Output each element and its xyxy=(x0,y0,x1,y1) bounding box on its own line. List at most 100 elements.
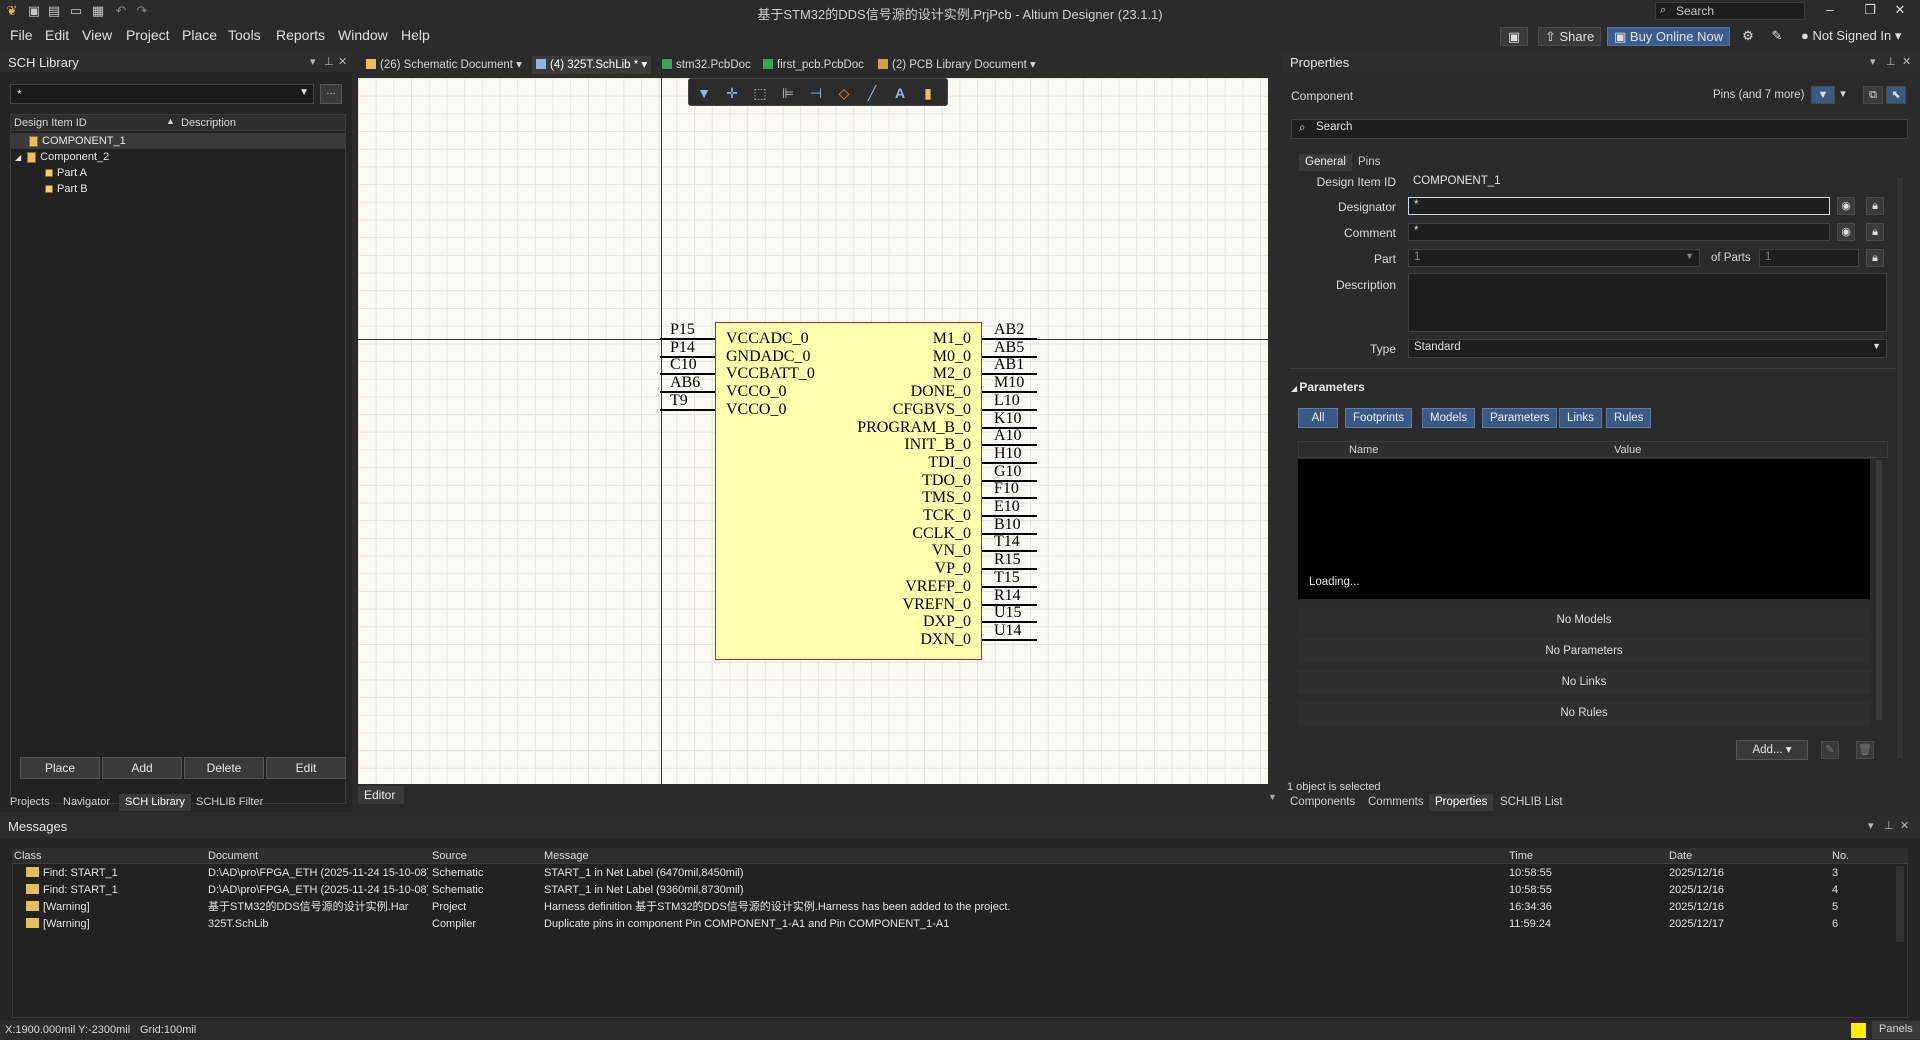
move-icon[interactable]: ✛ xyxy=(723,84,741,102)
visibility-eye-icon[interactable]: ◉ xyxy=(1837,197,1855,215)
chevron-down-icon[interactable]: ▾ xyxy=(1836,86,1850,104)
buy-online-button[interactable]: ▣ Buy Online Now xyxy=(1607,27,1731,46)
notifications-icon[interactable]: ✎ xyxy=(1765,27,1789,46)
column-class[interactable]: Class xyxy=(14,850,42,862)
properties-scrollbar[interactable] xyxy=(1897,178,1903,758)
filter-icon[interactable]: ▼ xyxy=(695,84,713,102)
filter-options-button[interactable]: ... xyxy=(320,84,342,104)
lock-icon[interactable]: 🔒︎ xyxy=(1866,197,1884,215)
parameters-scrollbar[interactable] xyxy=(1876,460,1882,720)
tab-schlib-filter[interactable]: SCHLIB Filter xyxy=(190,794,269,811)
tab-navigator[interactable]: Navigator xyxy=(57,794,116,811)
designator-input[interactable]: * xyxy=(1408,197,1830,215)
close-window-button[interactable]: ✕ xyxy=(1880,2,1920,20)
part-place-icon[interactable]: ▮ xyxy=(919,84,937,102)
tab-projects[interactable]: Projects xyxy=(4,794,56,811)
settings-gear-icon[interactable]: ⚙ xyxy=(1736,27,1760,46)
tab-stm32-pcbdoc[interactable]: stm32.PcbDoc xyxy=(658,56,755,74)
open-project-icon[interactable]: ▦ xyxy=(90,3,106,19)
panel-menu-icon[interactable]: ▾ xyxy=(1868,819,1874,832)
tab-first-pcb-pcbdoc[interactable]: first_pcb.PcbDoc xyxy=(759,56,868,74)
menu-help[interactable]: Help xyxy=(401,27,430,43)
comment-input[interactable]: * xyxy=(1408,223,1830,241)
menu-view[interactable]: View xyxy=(82,27,112,43)
account-button[interactable]: ● Not Signed In ▾ xyxy=(1795,27,1907,46)
message-row[interactable]: Find: START_1 D:\AD\pro\FPGA_ETH (2025-11… xyxy=(12,865,1908,882)
column-date[interactable]: Date xyxy=(1669,850,1692,862)
column-time[interactable]: Time xyxy=(1509,850,1533,862)
minimize-button[interactable]: – xyxy=(1810,2,1850,20)
pin-line[interactable] xyxy=(982,638,1037,641)
scroll-down-icon[interactable]: ▼ xyxy=(1268,792,1277,802)
select-overlapped-icon[interactable]: ⧉ xyxy=(1863,86,1883,104)
save-icon[interactable]: ▣ xyxy=(26,3,42,19)
message-row[interactable]: [Warning] 基于STM32的DDS信号源的设计实例.Har Project H… xyxy=(12,899,1908,916)
close-icon[interactable]: ✕ xyxy=(1902,55,1911,68)
close-icon[interactable]: ✕ xyxy=(1900,819,1909,832)
chevron-down-icon[interactable]: ▼ xyxy=(299,87,309,98)
close-icon[interactable]: ✕ xyxy=(338,55,347,68)
menu-window[interactable]: Window xyxy=(338,27,388,43)
tree-item-component-2[interactable]: ◢ Component_2 xyxy=(11,149,345,165)
save-all-icon[interactable]: ▤ xyxy=(46,3,62,19)
tree-item-part-a[interactable]: Part A xyxy=(11,165,345,181)
lock-icon[interactable]: 🔒︎ xyxy=(1866,249,1884,267)
place-button[interactable]: Place xyxy=(20,757,100,779)
menu-tools[interactable]: Tools xyxy=(228,27,261,43)
filter-all-button[interactable]: All xyxy=(1298,408,1338,428)
share-button[interactable]: ⇧ Share xyxy=(1538,27,1602,46)
tab-pins[interactable]: Pins xyxy=(1352,154,1386,171)
column-source[interactable]: Source xyxy=(432,850,467,862)
panel-menu-icon[interactable]: ▾ xyxy=(310,55,316,68)
properties-search-input[interactable]: ⌕ Search xyxy=(1291,119,1908,139)
panels-button[interactable]: Panels xyxy=(1872,1021,1920,1039)
pin-icon[interactable]: ⊥ xyxy=(1886,55,1896,68)
open-icon[interactable]: ▭ xyxy=(68,3,84,19)
tab-schlib-list[interactable]: SCHLIB List xyxy=(1494,794,1569,811)
tree-item-component-1[interactable]: COMPONENT_1 xyxy=(11,133,345,149)
schematic-canvas[interactable]: ▼ ✛ ⬚ ⊫ ⊣ ◇ ╱ A ▮ VCCADC_0 GNDADC_0 VCCBAT… xyxy=(358,78,1268,784)
tab-components[interactable]: Components xyxy=(1284,794,1361,811)
panel-menu-icon[interactable]: ▾ xyxy=(1870,55,1876,68)
part-select[interactable]: 1 ▼ xyxy=(1408,249,1700,267)
edit-pencil-icon[interactable]: ✎ xyxy=(1821,741,1839,759)
visibility-eye-icon[interactable]: ◉ xyxy=(1837,223,1855,241)
align-icon[interactable]: ⊫ xyxy=(779,84,797,102)
filter-parameters-button[interactable]: Parameters xyxy=(1482,408,1558,428)
select-icon[interactable]: ⬚ xyxy=(751,84,769,102)
add-parameter-button[interactable]: Add... ▾ xyxy=(1736,740,1808,760)
pin-icon[interactable]: ⊥ xyxy=(324,55,334,68)
add-button[interactable]: Add xyxy=(102,757,182,779)
tab-general[interactable]: General xyxy=(1299,154,1352,171)
text-icon[interactable]: A xyxy=(891,84,909,102)
global-search-input[interactable]: ⌕ Search xyxy=(1655,2,1805,20)
column-design-item-id[interactable]: Design Item ID xyxy=(14,117,87,129)
expand-icon[interactable]: ◢ xyxy=(15,153,21,162)
edit-button[interactable]: Edit xyxy=(266,757,346,779)
library-filter-input[interactable]: * ▼ xyxy=(10,84,314,104)
tab-editor[interactable]: Editor xyxy=(358,786,404,804)
column-name[interactable]: Name xyxy=(1349,444,1378,456)
filter-models-button[interactable]: Models xyxy=(1422,408,1476,428)
message-row[interactable]: Find: START_1 D:\AD\pro\FPGA_ETH (2025-11… xyxy=(12,882,1908,899)
feedback-button[interactable]: ▣ xyxy=(1500,27,1528,46)
menu-place[interactable]: Place xyxy=(182,27,217,43)
filter-rules-button[interactable]: Rules xyxy=(1606,408,1652,428)
tab-325t-schlib[interactable]: (4) 325T.SchLib * ▾ xyxy=(532,56,652,74)
menu-file[interactable]: File xyxy=(10,27,33,43)
column-document[interactable]: Document xyxy=(208,850,258,862)
type-select[interactable]: Standard ▼ xyxy=(1408,339,1887,358)
tab-pcb-library-document[interactable]: (2) PCB Library Document ▾ xyxy=(874,56,1040,74)
menu-project[interactable]: Project xyxy=(126,27,170,43)
lock-icon[interactable]: 🔒︎ xyxy=(1866,223,1884,241)
redo-icon[interactable]: ↷ xyxy=(134,3,150,19)
menu-edit[interactable]: Edit xyxy=(45,27,69,43)
tab-comments[interactable]: Comments xyxy=(1362,794,1430,811)
parameters-section-header[interactable]: ◢ Parameters xyxy=(1291,380,1365,394)
tab-schematic-document[interactable]: (26) Schematic Document ▾ xyxy=(362,56,526,74)
tree-item-part-b[interactable]: Part B xyxy=(11,181,345,197)
column-no[interactable]: No. xyxy=(1832,850,1849,862)
shape-icon[interactable]: ◇ xyxy=(835,84,853,102)
filter-icon[interactable]: ▼ xyxy=(1811,86,1835,104)
description-textarea[interactable] xyxy=(1408,273,1887,332)
